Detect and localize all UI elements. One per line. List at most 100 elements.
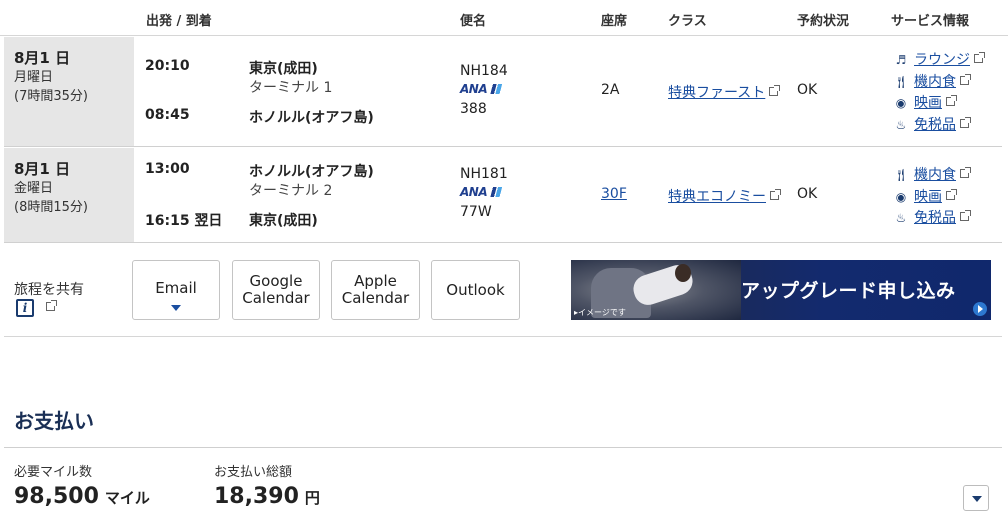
google-calendar-label-line2: Calendar	[242, 289, 310, 307]
flight-duration: (7時間35分)	[14, 89, 88, 104]
header-flight-name: 便名	[460, 14, 487, 29]
external-link-icon	[770, 189, 781, 200]
arrival-time: 08:45	[145, 107, 190, 123]
ana-logo: ANA	[460, 185, 503, 199]
ana-logo-text: ANA	[460, 185, 488, 199]
apple-calendar-label-line1: Apple	[354, 272, 397, 290]
service-link-meal[interactable]: 機内食	[914, 74, 956, 90]
service-link-movie[interactable]: 映画	[914, 189, 942, 205]
header-reservation-status: 予約状況	[797, 14, 850, 29]
seat-link[interactable]: 30F	[601, 186, 627, 202]
external-link-icon	[960, 117, 971, 128]
banner-image-note: ▸イメージです	[574, 308, 626, 317]
departure-time: 13:00	[145, 161, 190, 177]
departure-terminal: ターミナル 1	[249, 80, 333, 96]
arrival-airport: 東京(成田)	[249, 213, 318, 229]
header-seat: 座席	[601, 14, 628, 29]
banner-title: アップグレード申し込み	[741, 280, 956, 302]
total-amount: 18,390 円	[214, 484, 320, 509]
service-link-duty-free[interactable]: 免税品	[914, 210, 956, 226]
flight-duration: (8時間15分)	[14, 200, 88, 215]
flight-weekday: 金曜日	[14, 181, 54, 196]
reservation-status: OK	[797, 186, 818, 202]
meal-icon: 🍴︎	[893, 75, 909, 89]
header-class: クラス	[668, 14, 707, 29]
total-value: 18,390	[214, 484, 299, 509]
service-link-duty-free[interactable]: 免税品	[914, 117, 956, 133]
header-service-info: サービス情報	[891, 14, 970, 29]
external-link-icon	[946, 189, 957, 200]
service-duty-free: ♨ 免税品	[892, 207, 971, 227]
banner-person-head	[675, 264, 691, 282]
date-cell: 8月1 日 金曜日 (8時間15分)	[4, 148, 134, 242]
service-link-movie[interactable]: 映画	[914, 95, 942, 111]
flight-date: 8月1 日	[14, 49, 71, 67]
external-link-icon	[769, 85, 781, 96]
ana-logo-text: ANA	[460, 82, 488, 96]
upgrade-banner[interactable]: ▸イメージです アップグレード申し込み	[571, 260, 991, 320]
ana-stripe-icon	[488, 84, 503, 94]
miles-value: 98,500	[14, 484, 99, 509]
chevron-down-icon	[171, 305, 181, 311]
total-label: お支払い総額	[214, 465, 293, 480]
header-departure-arrival: 出発 / 到着	[146, 14, 212, 29]
arrival-time: 16:15 翌日	[145, 213, 223, 229]
service-duty-free: ♨ 免税品	[892, 114, 971, 134]
meal-icon: 🍴︎	[893, 168, 909, 182]
service-movie: ◉ 映画	[892, 186, 957, 206]
miles-unit: マイル	[104, 489, 150, 507]
flight-row-2: 8月1 日 金曜日 (8時間15分) 13:00 ホノルル(オアフ島) ターミナ…	[4, 148, 1002, 243]
expand-dropdown-button[interactable]	[963, 485, 989, 511]
departure-airport: 東京(成田)	[249, 61, 318, 77]
google-calendar-label-line1: Google	[249, 272, 303, 290]
service-link-lounge[interactable]: ラウンジ	[914, 52, 970, 68]
external-link-icon	[46, 300, 57, 311]
info-icon[interactable]: i	[16, 299, 34, 317]
payment-divider	[4, 447, 1002, 448]
external-link-icon	[960, 167, 971, 178]
payment-title: お支払い	[14, 409, 94, 433]
external-link-icon	[960, 210, 971, 221]
flight-number: NH181	[460, 166, 508, 182]
apple-calendar-button[interactable]: Apple Calendar	[331, 260, 420, 320]
outlook-button-label: Outlook	[446, 280, 505, 299]
class-link-wrap: 特典エコノミー	[668, 186, 781, 206]
aircraft-type: 77W	[460, 204, 492, 220]
miles-amount: 98,500 マイル	[14, 484, 150, 509]
section-divider	[4, 336, 1002, 337]
external-link-icon	[974, 52, 985, 63]
date-cell: 8月1 日 月曜日 (7時間35分)	[4, 37, 134, 146]
apple-calendar-label-line2: Calendar	[341, 289, 410, 307]
apple-calendar-label: Apple Calendar	[342, 273, 409, 307]
reservation-status: OK	[797, 82, 818, 98]
class-link[interactable]: 特典ファースト	[668, 85, 765, 101]
service-lounge: ♬ ラウンジ	[892, 49, 985, 69]
itinerary-header: 出発 / 到着 便名 座席 クラス 予約状況 サービス情報	[0, 0, 1008, 36]
service-meal: 🍴︎ 機内食	[892, 164, 971, 184]
ana-logo: ANA	[460, 82, 503, 96]
google-calendar-button[interactable]: Google Calendar	[232, 260, 320, 320]
email-share-button[interactable]: Email	[132, 260, 220, 320]
movie-icon: ◉	[895, 190, 907, 204]
class-link[interactable]: 特典エコノミー	[668, 189, 766, 205]
arrow-right-icon	[973, 302, 987, 316]
ana-stripe-icon	[488, 187, 503, 197]
flight-weekday: 月曜日	[14, 70, 54, 85]
service-link-meal[interactable]: 機内食	[914, 167, 956, 183]
total-unit: 円	[304, 489, 320, 507]
aircraft-type: 388	[460, 101, 487, 117]
duty-free-icon: ♨	[895, 118, 907, 132]
flight-number: NH184	[460, 63, 508, 79]
external-link-icon	[960, 74, 971, 85]
lounge-icon: ♬	[895, 53, 907, 67]
departure-time: 20:10	[145, 58, 190, 74]
class-link-wrap: 特典ファースト	[668, 82, 781, 102]
share-itinerary-label: 旅程を共有	[14, 282, 84, 298]
external-link-icon	[946, 95, 957, 106]
google-calendar-label: Google Calendar	[242, 273, 309, 307]
departure-airport: ホノルル(オアフ島)	[249, 164, 374, 180]
duty-free-icon: ♨	[895, 211, 907, 225]
email-button-label: Email	[155, 278, 197, 297]
outlook-button[interactable]: Outlook	[431, 260, 520, 320]
seat-number: 2A	[601, 82, 620, 98]
